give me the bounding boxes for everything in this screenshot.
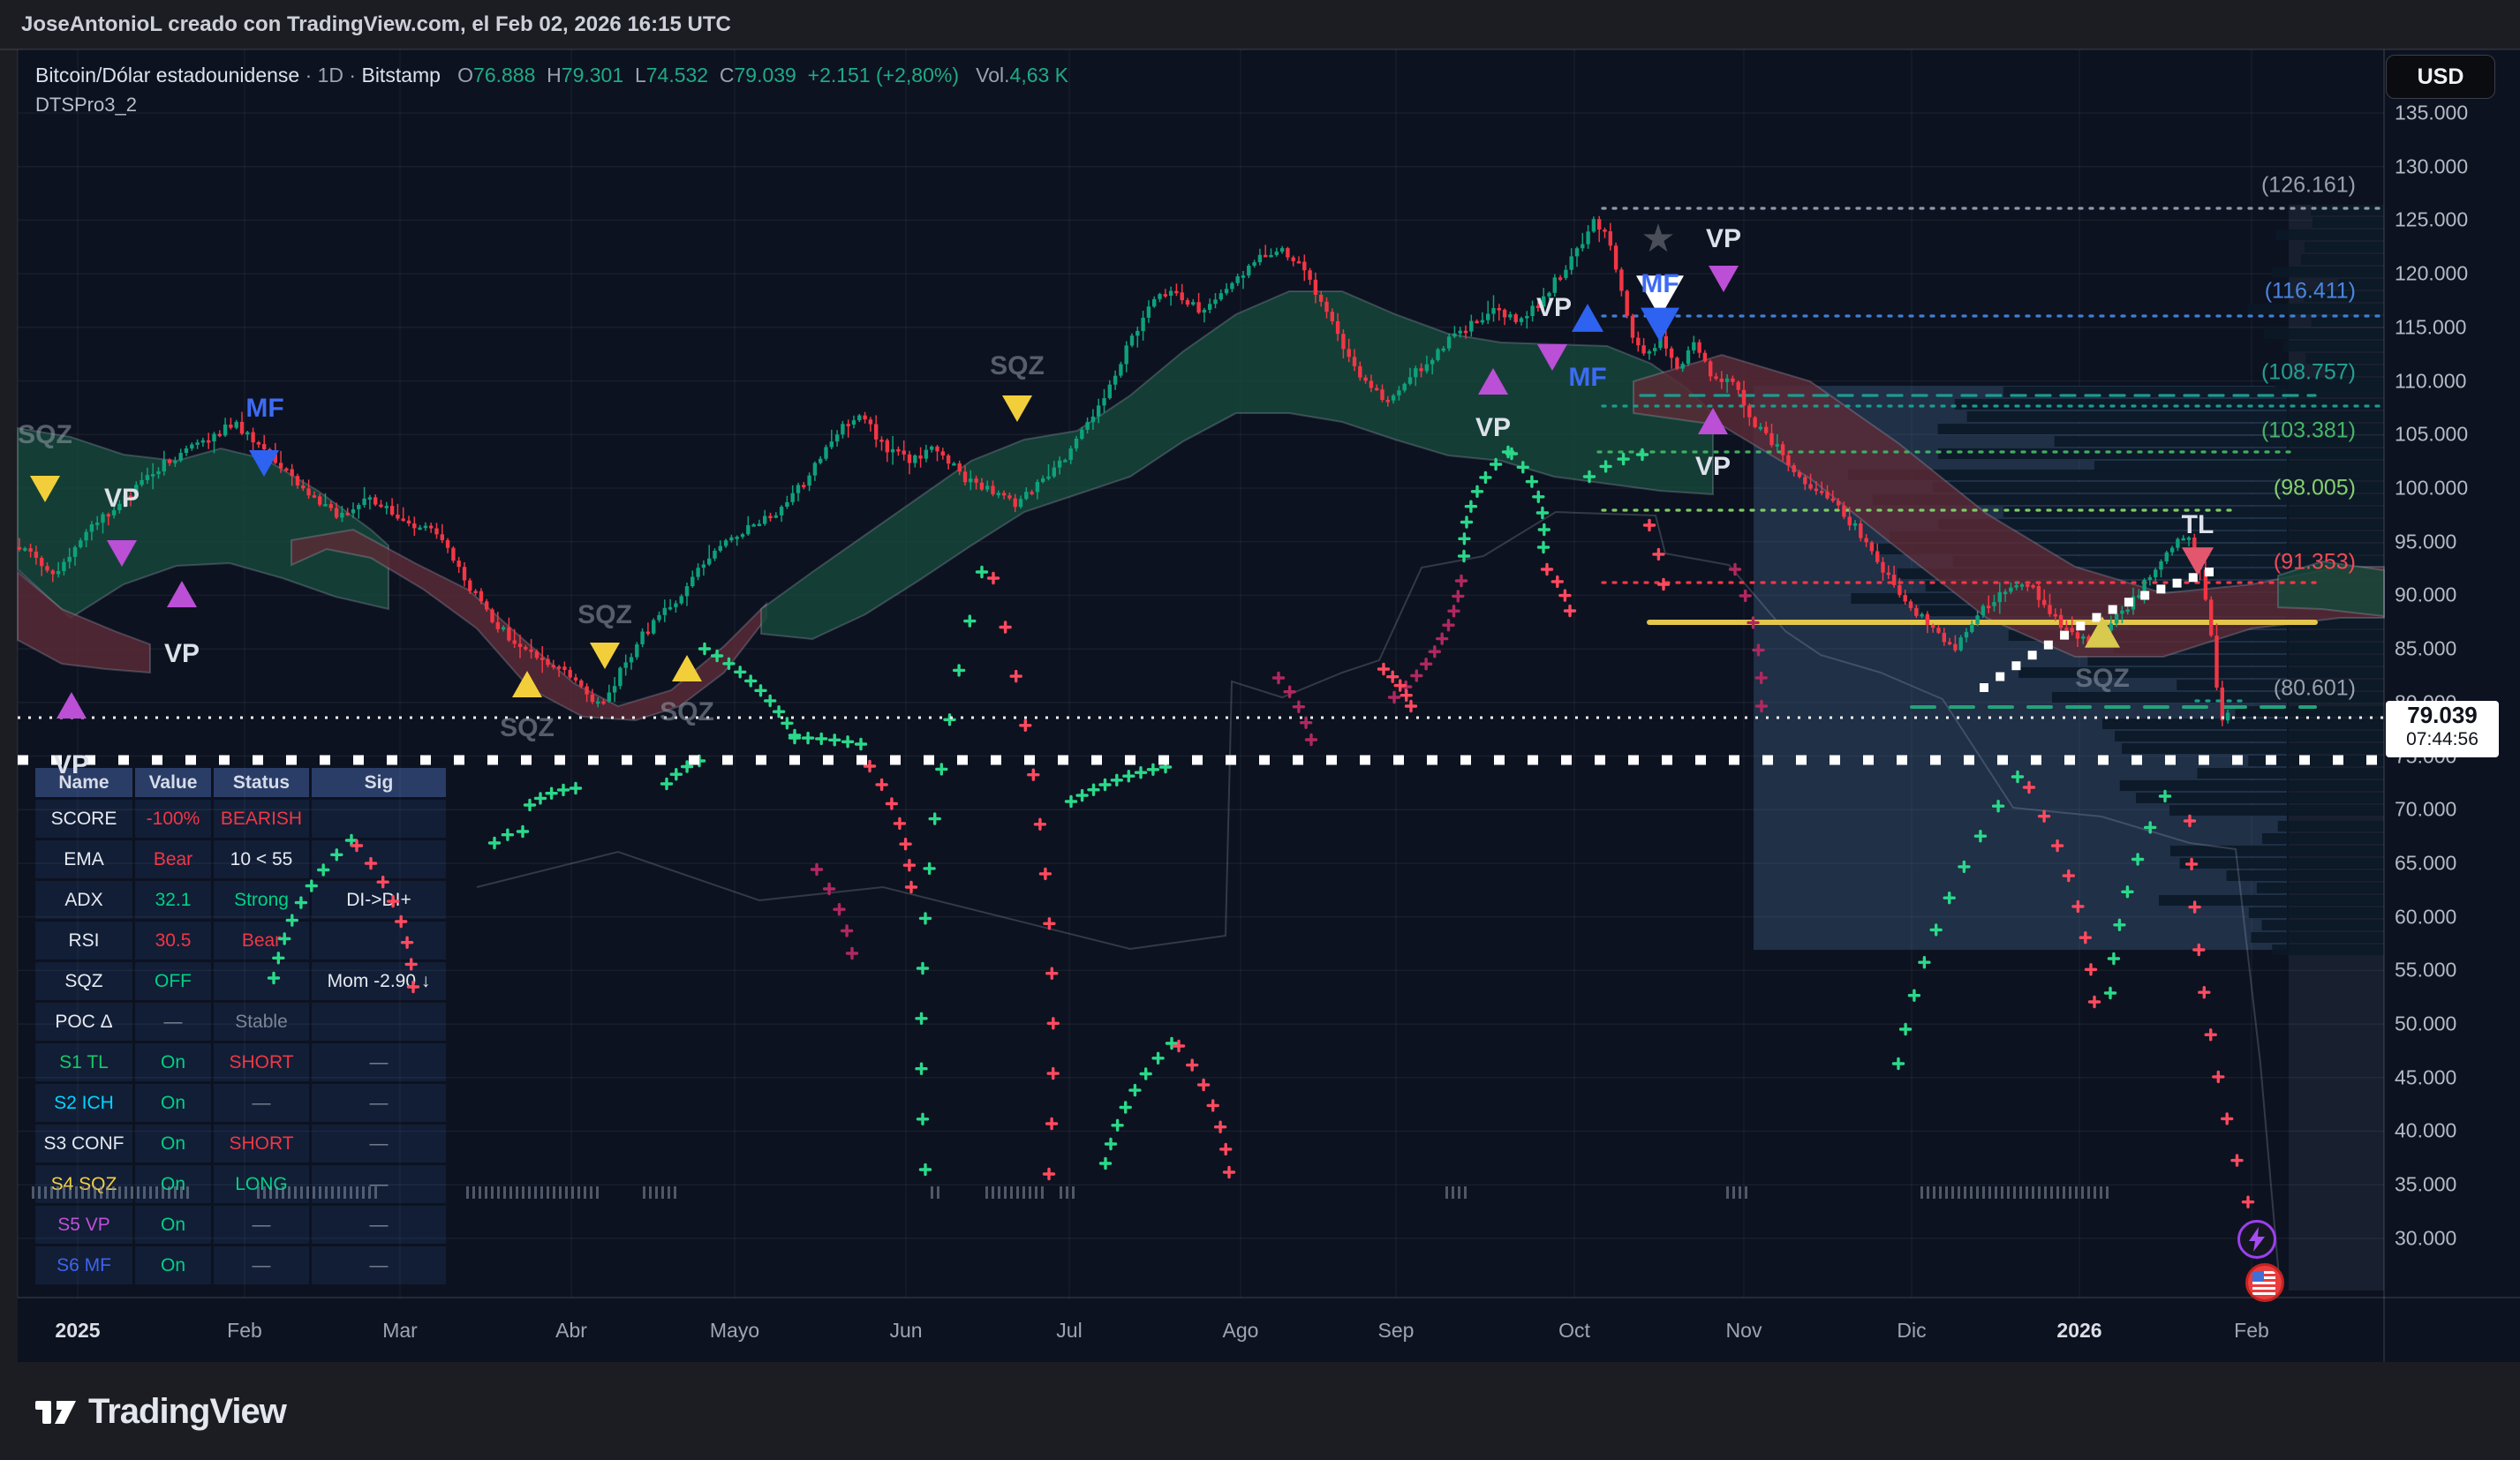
table-header-cell: Sig [312, 768, 446, 797]
table-header-cell: Status [214, 768, 309, 797]
table-cell-status: LONG [214, 1165, 309, 1203]
table-cell-status: Strong [214, 881, 309, 919]
table-cell-status: — [214, 1084, 309, 1122]
lightning-icon[interactable] [2237, 1220, 2276, 1259]
table-cell-sig [312, 840, 446, 878]
table-cell-name: ADX [35, 881, 132, 919]
table-header-cell: Value [135, 768, 211, 797]
table-cell-status: Stable [214, 1003, 309, 1041]
table-cell-value: — [135, 1003, 211, 1041]
table-cell-value: -100% [135, 800, 211, 838]
table-cell-name: RSI [35, 922, 132, 960]
table-cell-status: Bear [214, 922, 309, 960]
table-cell-name: SCORE [35, 800, 132, 838]
tradingview-logo[interactable]: TradingView [35, 1392, 286, 1432]
table-cell-sig [312, 800, 446, 838]
tradingview-logo-glyph [35, 1394, 76, 1431]
table-cell-sig: — [312, 1206, 446, 1244]
table-cell-sig: — [312, 1043, 446, 1081]
table-cell-name: EMA [35, 840, 132, 878]
table-cell-sig [312, 922, 446, 960]
table-cell-status: — [214, 1206, 309, 1244]
table-cell-status [214, 962, 309, 1000]
table-cell-value: Bear [135, 840, 211, 878]
table-cell-value: OFF [135, 962, 211, 1000]
table-header-cell: Name [35, 768, 132, 797]
table-cell-name: SQZ [35, 962, 132, 1000]
table-cell-value: On [135, 1084, 211, 1122]
table-cell-sig: — [312, 1246, 446, 1284]
tradingview-chart-window: JoseAntonioL creado con TradingView.com,… [0, 0, 2520, 1460]
table-cell-value: On [135, 1043, 211, 1081]
table-cell-status: — [214, 1246, 309, 1284]
tradingview-logo-text: TradingView [88, 1392, 286, 1432]
table-cell-name: S4 SQZ [35, 1165, 132, 1203]
table-cell-value: On [135, 1165, 211, 1203]
table-cell-name: S2 ICH [35, 1084, 132, 1122]
table-cell-value: On [135, 1246, 211, 1284]
table-cell-value: 30.5 [135, 922, 211, 960]
table-cell-value: 32.1 [135, 881, 211, 919]
attribution-line: JoseAntonioL creado con TradingView.com,… [21, 0, 731, 49]
table-cell-value: On [135, 1125, 211, 1163]
table-cell-name: POC Δ [35, 1003, 132, 1041]
table-cell-status: SHORT [214, 1043, 309, 1081]
indicator-table: NameValueStatusSigSCORE-100%BEARISHEMABe… [35, 768, 446, 1284]
last-price-value: 79.039 [2386, 701, 2499, 729]
table-cell-name: S5 VP [35, 1206, 132, 1244]
table-cell-sig: DI->DI+ [312, 881, 446, 919]
last-price-tag: 79.039 07:44:56 [2386, 701, 2499, 757]
table-cell-sig: — [312, 1084, 446, 1122]
table-cell-name: S6 MF [35, 1246, 132, 1284]
table-cell-status: 10 < 55 [214, 840, 309, 878]
table-cell-status: BEARISH [214, 800, 309, 838]
table-cell-sig: — [312, 1165, 446, 1203]
table-cell-value: On [135, 1206, 211, 1244]
currency-button[interactable]: USD [2386, 55, 2495, 99]
table-cell-name: S3 CONF [35, 1125, 132, 1163]
table-cell-sig: Mom -2.90 ↓ [312, 962, 446, 1000]
table-cell-sig [312, 1003, 446, 1041]
table-cell-name: S1 TL [35, 1043, 132, 1081]
last-price-countdown: 07:44:56 [2386, 729, 2499, 750]
table-cell-status: SHORT [214, 1125, 309, 1163]
table-cell-sig: — [312, 1125, 446, 1163]
us-flag-icon[interactable] [2245, 1263, 2284, 1302]
